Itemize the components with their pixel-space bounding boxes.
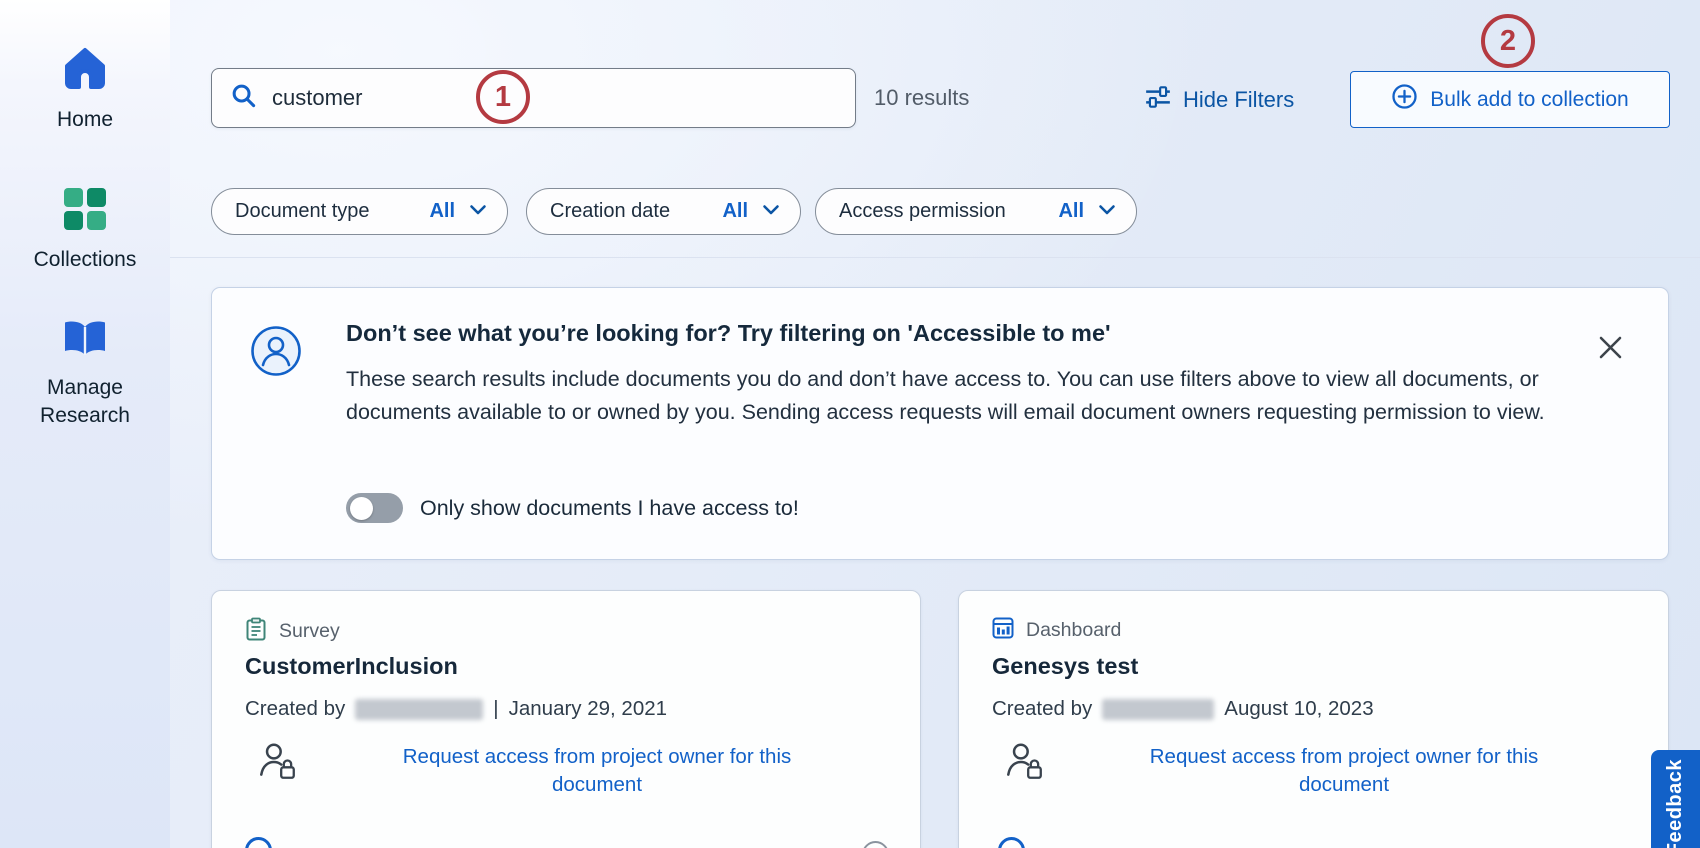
search-box	[211, 68, 856, 128]
banner-body: These search results include documents y…	[346, 363, 1576, 429]
app-root: Home Collections Manage Research	[0, 0, 1700, 848]
filter-creation-date[interactable]: Creation date All	[526, 188, 801, 235]
sidebar: Home Collections Manage Research	[0, 0, 170, 848]
filter-value: All	[1058, 200, 1084, 223]
banner-title: Don’t see what you’re looking for? Try f…	[346, 320, 1111, 347]
card-footer-icon-right[interactable]	[862, 841, 889, 848]
document-title: CustomerInclusion	[245, 653, 458, 680]
filter-label: Document type	[235, 200, 370, 223]
document-title: Genesys test	[992, 653, 1138, 680]
request-access-link[interactable]: Request access from project owner for th…	[1109, 743, 1579, 798]
feedback-label: Feedback	[1664, 759, 1687, 848]
hide-filters-label: Hide Filters	[1183, 87, 1294, 113]
document-type-row: Dashboard	[992, 617, 1121, 644]
toggle-label: Only show documents I have access to!	[420, 496, 799, 521]
feedback-tab[interactable]: Feedback	[1651, 750, 1700, 848]
card-footer-icon-left[interactable]	[245, 837, 272, 848]
sidebar-item-home[interactable]: Home	[0, 46, 170, 134]
filter-sliders-icon	[1144, 83, 1172, 117]
hide-filters-button[interactable]: Hide Filters	[1144, 83, 1294, 117]
document-type-row: Survey	[245, 617, 340, 646]
search-icon	[230, 82, 257, 114]
person-lock-icon	[1003, 739, 1045, 788]
banner-close-button[interactable]	[1595, 334, 1625, 364]
creator-name-redacted	[355, 699, 483, 720]
filter-label: Creation date	[550, 200, 670, 223]
sidebar-item-manage-research-label: Manage Research	[29, 374, 141, 430]
result-card-dashboard: Dashboard Genesys test Created by August…	[958, 590, 1669, 848]
card-footer-icon-left[interactable]	[998, 837, 1025, 848]
filter-access-permission[interactable]: Access permission All	[815, 188, 1137, 235]
plus-circle-icon	[1391, 83, 1418, 116]
document-type-label: Dashboard	[1026, 619, 1121, 642]
person-circle-icon	[250, 325, 302, 377]
filter-document-type[interactable]: Document type All	[211, 188, 508, 235]
sidebar-item-collections-label: Collections	[34, 246, 137, 274]
created-row: Created by August 10, 2023	[992, 697, 1374, 721]
sidebar-item-home-label: Home	[57, 106, 113, 134]
sidebar-item-manage-research[interactable]: Manage Research	[0, 318, 170, 430]
search-input[interactable]	[272, 85, 855, 111]
created-by-label: Created by	[245, 697, 345, 721]
manage-research-icon	[60, 318, 110, 365]
chevron-down-icon	[762, 203, 780, 221]
close-icon	[1597, 349, 1624, 364]
created-row: Created by | January 29, 2021	[245, 697, 667, 721]
separator: |	[493, 697, 498, 721]
toggle-knob	[350, 497, 373, 520]
divider	[170, 257, 1700, 258]
dashboard-icon	[992, 617, 1014, 644]
filter-value: All	[429, 200, 455, 223]
bulk-add-label: Bulk add to collection	[1430, 88, 1628, 112]
created-date: January 29, 2021	[509, 697, 667, 721]
collections-icon	[62, 186, 108, 237]
filter-label: Access permission	[839, 200, 1006, 223]
created-by-label: Created by	[992, 697, 1092, 721]
annotation-step-2: 2	[1481, 14, 1535, 68]
results-count: 10 results	[874, 85, 969, 111]
annotation-step-1: 1	[476, 70, 530, 124]
access-info-banner: Don’t see what you’re looking for? Try f…	[211, 287, 1669, 560]
chevron-down-icon	[469, 203, 487, 221]
creator-name-redacted	[1102, 699, 1214, 720]
document-type-label: Survey	[279, 620, 340, 643]
chevron-down-icon	[1098, 203, 1116, 221]
survey-clipboard-icon	[245, 617, 267, 646]
created-date: August 10, 2023	[1224, 697, 1373, 721]
access-only-toggle[interactable]	[346, 493, 403, 523]
filter-value: All	[722, 200, 748, 223]
person-lock-icon	[256, 739, 298, 788]
request-access-link[interactable]: Request access from project owner for th…	[362, 743, 832, 798]
sidebar-item-collections[interactable]: Collections	[0, 186, 170, 274]
result-card-survey: Survey CustomerInclusion Created by | Ja…	[211, 590, 921, 848]
home-icon	[61, 46, 109, 97]
bulk-add-to-collection-button[interactable]: Bulk add to collection	[1350, 71, 1670, 128]
